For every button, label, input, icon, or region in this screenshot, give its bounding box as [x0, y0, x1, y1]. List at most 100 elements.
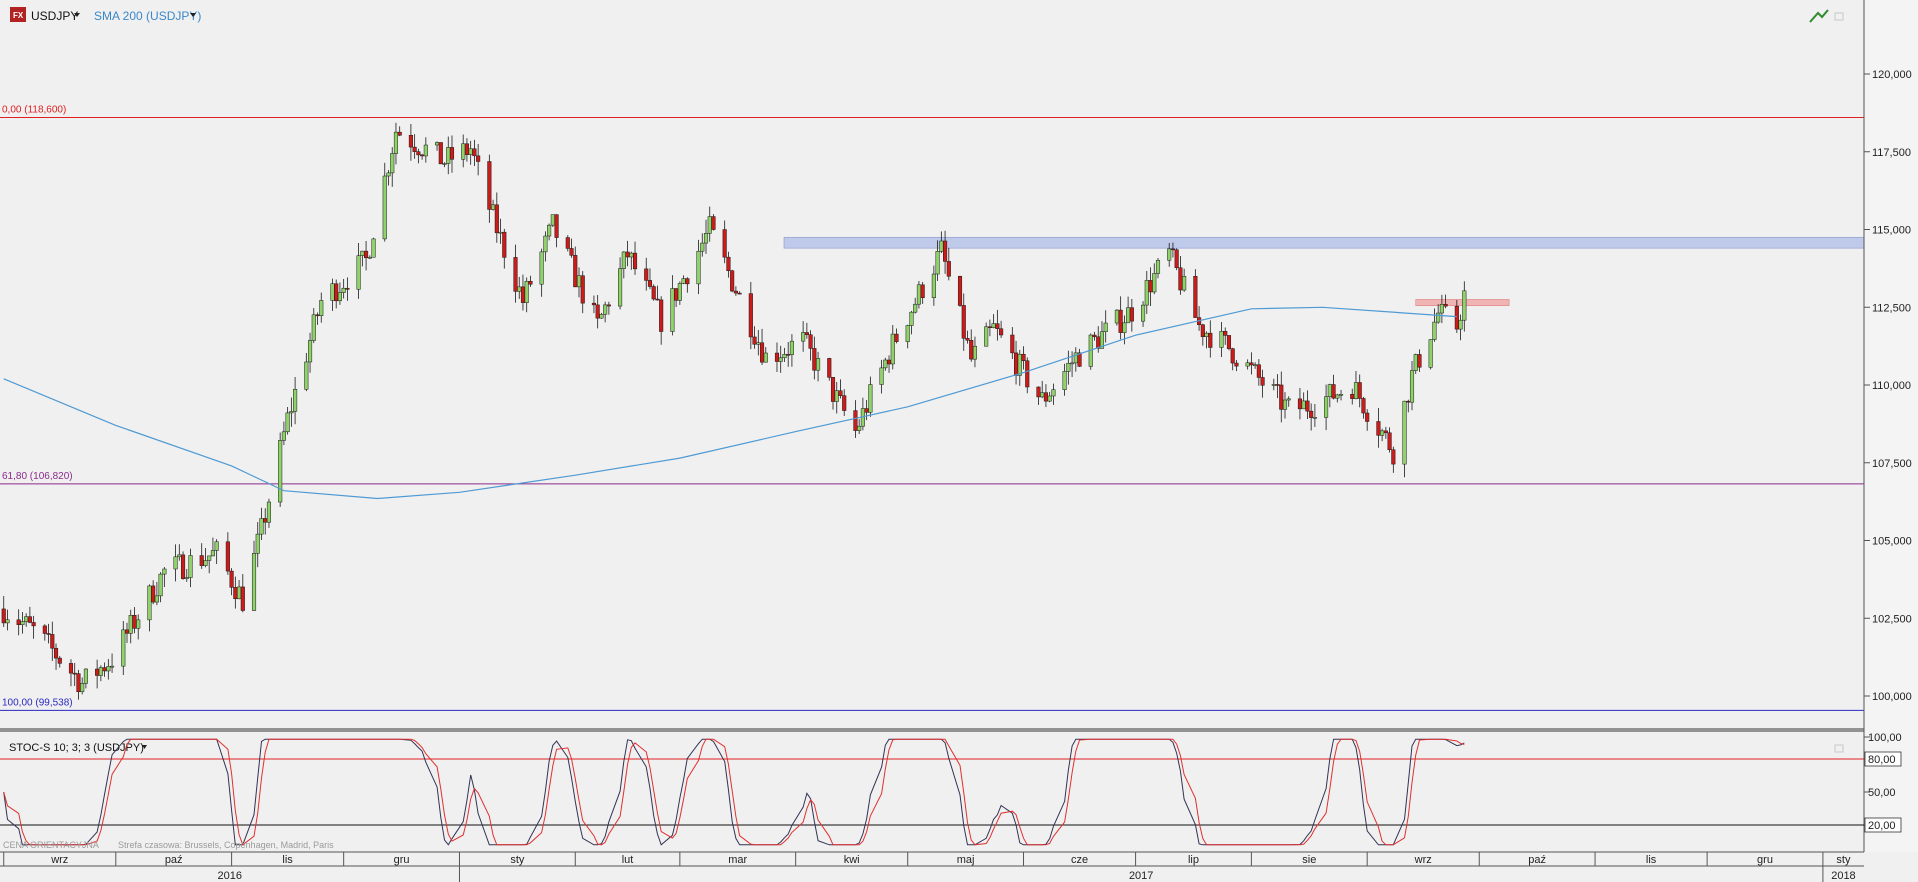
candle-body-up: [1301, 400, 1306, 410]
candle-body-up: [255, 533, 260, 554]
candle-body-up: [442, 163, 447, 165]
candle-body-down: [408, 135, 413, 148]
candle-body-up: [304, 361, 309, 390]
candle: [1193, 269, 1198, 318]
candle-body-down: [132, 615, 137, 629]
candle-body-down: [1350, 393, 1355, 399]
candle-body-down: [1118, 309, 1123, 333]
candle-body-down: [151, 585, 156, 603]
candle-body-up: [1271, 384, 1276, 386]
candle-body-down: [726, 256, 731, 271]
candle-body-up: [1353, 382, 1359, 399]
candle-body-down: [1092, 334, 1097, 338]
candle: [1226, 335, 1232, 351]
candle-body-up: [5, 619, 10, 624]
month-label: sty: [1836, 854, 1851, 866]
candle-body-down: [808, 334, 813, 349]
candle: [957, 275, 963, 307]
candle-body-down: [644, 268, 649, 281]
candle-body-up: [337, 292, 342, 302]
price-tick-label: 107,500: [1872, 458, 1912, 470]
candle-body-up: [916, 284, 921, 305]
candle-body-down: [659, 299, 664, 332]
candle-body-down: [50, 634, 55, 649]
candle-body-up: [1017, 353, 1022, 376]
candle-body-down: [804, 332, 809, 335]
stoch-tick-label: 50,00: [1868, 787, 1896, 799]
symbol-selector[interactable]: USDJPY: [31, 9, 80, 23]
candle-body-up: [789, 340, 794, 355]
month-label: wrz: [1414, 854, 1432, 866]
month-label: kwi: [844, 854, 860, 866]
candle-body-down: [685, 278, 690, 285]
candle-body-down: [957, 275, 963, 306]
candle-body-up: [330, 283, 335, 301]
month-label: lis: [282, 854, 293, 866]
candle: [550, 214, 555, 228]
candle-body-up: [121, 629, 126, 667]
candle-body-up: [110, 665, 115, 668]
candle-body-down: [987, 326, 992, 329]
candle-body-up: [707, 216, 712, 234]
candle-body-down: [416, 151, 421, 156]
candle-body-up: [1155, 260, 1161, 274]
candle-body-down: [1025, 360, 1030, 388]
candle: [180, 551, 186, 580]
candle-body-up: [603, 304, 608, 315]
candle-body-up: [491, 204, 496, 210]
candle-body-down: [752, 336, 757, 345]
candle-body-up: [259, 518, 264, 535]
candle: [827, 357, 832, 381]
candle-body-up: [237, 586, 242, 600]
month-label: sty: [510, 854, 525, 866]
candle-body-up: [1062, 371, 1067, 390]
candle-body-down: [838, 390, 843, 396]
candle-body-up: [576, 275, 582, 288]
candle-body-down: [420, 154, 425, 157]
candle-body-down: [1249, 362, 1254, 366]
candle-body-down: [1387, 432, 1392, 450]
candle-body-down: [438, 142, 443, 165]
candle-body-down: [57, 657, 62, 664]
candle-body-up: [24, 616, 29, 622]
candle-body-up: [319, 300, 324, 316]
candle-body-up: [1051, 389, 1056, 397]
candle-body-up: [106, 666, 111, 672]
candle-body-down: [46, 633, 51, 635]
candle-body-up: [677, 283, 682, 301]
candle-body-up: [905, 325, 910, 342]
candle-body-down: [1443, 304, 1448, 307]
candle-body-up: [461, 143, 466, 160]
candle: [1174, 248, 1179, 271]
candle-body-down: [1361, 398, 1366, 414]
candle-body-up: [1040, 392, 1045, 398]
candle: [711, 214, 716, 231]
candle-body-up: [524, 280, 529, 303]
candle-body-up: [629, 252, 634, 258]
candle-body-down: [229, 570, 234, 588]
candle-body-down: [1170, 248, 1175, 251]
candle-body-down: [1309, 410, 1314, 418]
candle-body-up: [621, 251, 626, 269]
month-label: cze: [1071, 854, 1088, 866]
chart[interactable]: FX USDJPY SMA 200 (USDJPY) 0,00 (118,600…: [0, 0, 1918, 882]
candle: [730, 269, 735, 293]
candle-body-down: [655, 298, 660, 301]
candle-body-down: [1129, 307, 1134, 322]
candle-body-down: [554, 214, 559, 238]
candle-body-up: [763, 352, 768, 363]
candle-body-down: [345, 287, 350, 290]
stoch-tick-label: 100,00: [1868, 732, 1902, 744]
candle-body-down: [1256, 364, 1261, 378]
price-tick-label: 100,000: [1872, 691, 1912, 703]
candle-body-up: [703, 233, 709, 244]
candle-body-up: [782, 354, 787, 359]
candle-body-up: [1070, 362, 1075, 365]
candle-body-down: [786, 354, 791, 356]
candle-body-up: [1152, 273, 1157, 293]
candle-body-down: [920, 284, 925, 298]
indicator-selector[interactable]: SMA 200 (USDJPY): [94, 9, 201, 23]
month-label: paź: [1528, 854, 1546, 866]
candle-body-up: [1462, 290, 1467, 321]
candle-body-up: [1327, 384, 1332, 397]
